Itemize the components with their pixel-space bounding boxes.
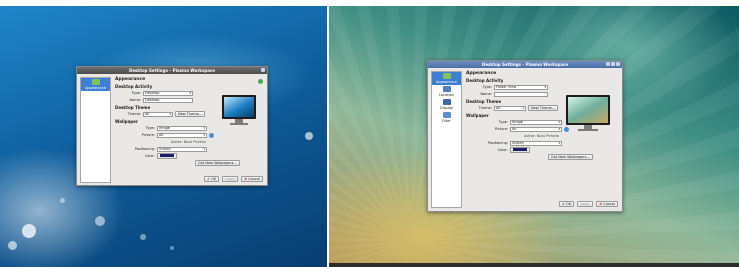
sidebar-item-appearance[interactable]: Appearance <box>81 78 110 91</box>
wallpaper-preview <box>566 95 610 133</box>
author-note: Author: Nuno Pinheiro <box>171 140 206 144</box>
desktop-activity-header: Desktop Activity <box>115 84 153 89</box>
theme-label: Theme: <box>127 112 141 116</box>
bokeh-light <box>140 234 146 240</box>
bokeh-light <box>8 241 17 250</box>
bokeh-light <box>95 216 105 226</box>
ok-button[interactable]: ✔ OK <box>204 176 220 182</box>
cancel-button[interactable]: ✖ Cancel <box>241 176 263 182</box>
panel-taskbar[interactable] <box>329 263 739 267</box>
location-icon <box>442 86 451 92</box>
sidebar-item-appearance[interactable]: Appearance <box>432 72 461 85</box>
ok-label: OK <box>566 202 572 206</box>
desktop-right: Desktop Settings – Plasma Workspace Appe… <box>329 6 739 267</box>
get-new-wallpapers-button[interactable]: Get New Wallpapers... <box>195 160 240 166</box>
positioning-label: Positioning: <box>487 141 508 145</box>
wallpaper-type-label: Type: <box>145 126 155 130</box>
desktop-left: Desktop Settings – Plasma Workspace Appe… <box>0 6 327 267</box>
apply-label: Apply <box>225 177 236 181</box>
theme-select[interactable]: Air <box>494 105 526 111</box>
preview-base <box>230 123 248 125</box>
filter-icon <box>442 112 451 118</box>
color-picker-button[interactable] <box>510 147 530 153</box>
dialog-footer: ✔ OK Apply ✖ Cancel <box>204 176 263 182</box>
page-title: Appearance <box>466 71 497 76</box>
ok-button[interactable]: ✔ OK <box>559 201 575 207</box>
sidebar-item-label: Location <box>439 93 454 97</box>
color-label: Color: <box>497 148 508 152</box>
apply-label: Apply <box>580 202 591 206</box>
cancel-label: Cancel <box>248 177 260 181</box>
close-window-icon[interactable] <box>616 62 620 66</box>
name-label: Name: <box>129 98 141 102</box>
picture-select[interactable]: Air <box>157 132 207 138</box>
sidebar-item-display[interactable]: Display <box>432 98 461 111</box>
author-note: Author: Nuno Pinheiro <box>524 134 559 138</box>
dialog-titlebar[interactable]: Desktop Settings – Plasma Workspace <box>77 67 267 74</box>
appearance-icon <box>442 73 451 79</box>
maximize-window-icon[interactable] <box>611 62 615 66</box>
picture-label: Picture: <box>494 127 508 131</box>
activity-name-input[interactable] <box>494 91 548 97</box>
display-icon <box>442 99 451 105</box>
type-label: Type: <box>482 85 492 89</box>
comparison-screenshot: Desktop Settings – Plasma Workspace Appe… <box>0 0 739 267</box>
apply-button[interactable]: Apply <box>577 201 594 207</box>
sidebar-item-label: Appearance <box>84 86 106 90</box>
cancel-label: Cancel <box>603 202 615 206</box>
positioning-select[interactable]: Scaled <box>510 140 562 146</box>
type-label: Type: <box>131 91 141 95</box>
theme-select[interactable]: Air <box>143 111 173 117</box>
picture-select[interactable]: Air <box>510 126 562 132</box>
help-icon[interactable] <box>258 79 263 84</box>
sidebar-item-label: Appearance <box>435 80 457 84</box>
picture-label: Picture: <box>141 133 155 137</box>
cancel-button[interactable]: ✖ Cancel <box>596 201 618 207</box>
sidebar-item-location[interactable]: Location <box>432 85 461 98</box>
page-title: Appearance <box>115 77 146 82</box>
activity-type-select[interactable]: Desktop <box>143 90 193 96</box>
appearance-icon <box>91 79 100 85</box>
wallpaper-type-select[interactable]: Image <box>510 119 562 125</box>
positioning-select[interactable]: Scaled <box>157 146 207 152</box>
close-window-icon[interactable] <box>261 68 265 72</box>
sidebar-item-label: Display <box>440 106 453 110</box>
dialog-title: Desktop Settings – Plasma Workspace <box>482 62 568 67</box>
sidebar-item-label: Filter <box>442 119 451 123</box>
new-theme-button[interactable]: New Theme... <box>175 111 206 117</box>
bokeh-light <box>22 224 36 238</box>
bokeh-light <box>60 198 65 203</box>
preview-screen <box>566 95 610 125</box>
wallpaper-preview <box>222 95 256 127</box>
bokeh-light <box>305 132 313 140</box>
desktop-settings-dialog[interactable]: Desktop Settings – Plasma Workspace Appe… <box>427 60 623 212</box>
get-new-wallpapers-button[interactable]: Get New Wallpapers... <box>548 154 593 160</box>
positioning-label: Positioning: <box>134 147 155 151</box>
wallpaper-type-select[interactable]: Image <box>157 125 207 131</box>
minimize-window-icon[interactable] <box>606 62 610 66</box>
dialog-footer: ✔ OK Apply ✖ Cancel <box>559 201 618 207</box>
settings-sidebar: Appearance <box>80 77 111 183</box>
ok-label: OK <box>211 177 217 181</box>
preview-screen <box>222 95 256 119</box>
open-folder-icon[interactable] <box>209 132 214 138</box>
activity-type-select[interactable]: Folder View <box>494 84 548 90</box>
dialog-titlebar[interactable]: Desktop Settings – Plasma Workspace <box>428 61 622 68</box>
desktop-settings-dialog[interactable]: Desktop Settings – Plasma Workspace Appe… <box>76 66 268 186</box>
desktop-activity-header: Desktop Activity <box>466 78 504 83</box>
settings-sidebar: Appearance Location Display Filter <box>431 71 462 208</box>
dialog-title: Desktop Settings – Plasma Workspace <box>129 68 215 73</box>
name-label: Name: <box>480 92 492 96</box>
apply-button[interactable]: Apply <box>222 176 239 182</box>
preview-base <box>578 129 598 131</box>
color-label: Color: <box>144 154 155 158</box>
sidebar-item-filter[interactable]: Filter <box>432 111 461 124</box>
new-theme-button[interactable]: New Theme... <box>528 105 559 111</box>
bokeh-light <box>170 246 174 250</box>
wallpaper-type-label: Type: <box>498 120 508 124</box>
color-picker-button[interactable] <box>157 153 177 159</box>
theme-label: Theme: <box>478 106 492 110</box>
activity-name-input[interactable]: Desktop <box>143 97 193 103</box>
